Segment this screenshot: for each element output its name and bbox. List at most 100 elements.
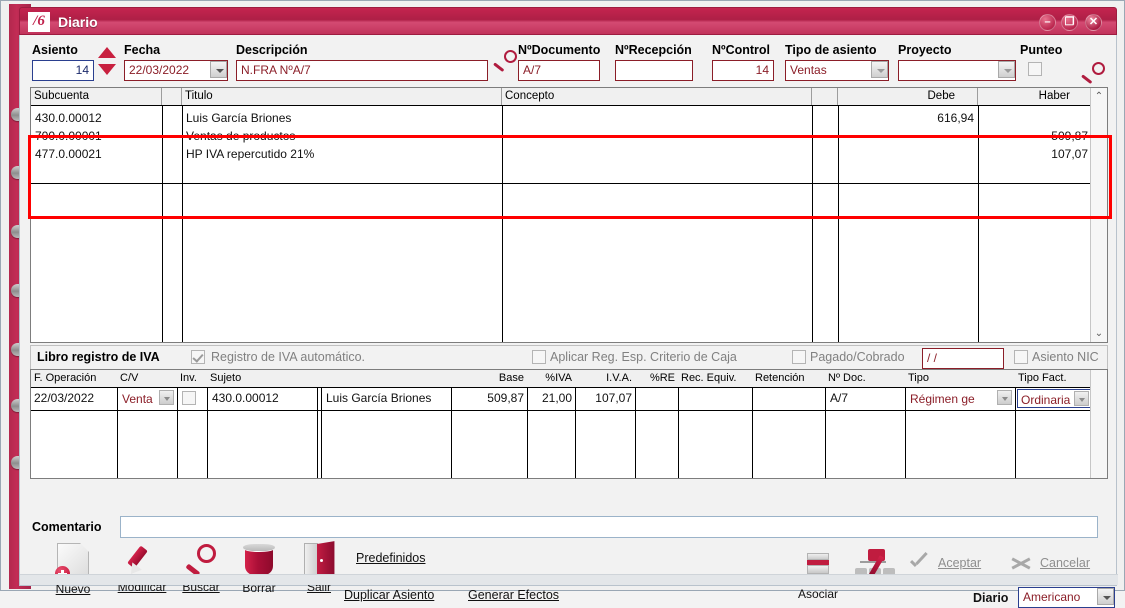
scroll-down-icon[interactable]: ⌄ bbox=[1091, 325, 1107, 342]
fecha-pago-input[interactable]: / / bbox=[922, 348, 1004, 369]
cell-f-operacion[interactable]: 22/03/2022 bbox=[31, 388, 117, 409]
registro-automatico-checkbox[interactable] bbox=[191, 350, 205, 364]
iva-column-cv[interactable]: C/V bbox=[117, 370, 177, 387]
chevron-down-icon[interactable] bbox=[997, 390, 1012, 405]
tipo-fact-combo[interactable]: Ordinaria bbox=[1017, 389, 1091, 408]
iva-column-retencion[interactable]: Retención bbox=[752, 370, 825, 387]
cell-subcuenta[interactable]: 477.0.00021 bbox=[35, 146, 102, 163]
chevron-down-icon[interactable] bbox=[998, 61, 1015, 78]
iva-column-blank-2[interactable] bbox=[321, 370, 451, 387]
iva-column-base[interactable]: Base bbox=[451, 370, 527, 387]
num-control-label: NºControl bbox=[712, 43, 771, 57]
iva-column-n-doc[interactable]: Nº Doc. bbox=[825, 370, 905, 387]
num-recepcion-input[interactable] bbox=[615, 60, 693, 81]
maximize-button[interactable]: ❐ bbox=[1061, 14, 1078, 31]
comentario-input[interactable] bbox=[120, 516, 1098, 538]
iva-grid[interactable]: F. Operación C/V Inv. Sujeto Base %IVA I… bbox=[30, 369, 1108, 479]
buscar-button[interactable]: Buscar bbox=[170, 543, 232, 594]
borrar-button[interactable]: Borrar bbox=[228, 544, 290, 595]
asiento-input[interactable]: 14 bbox=[32, 60, 94, 81]
asiento-spinner[interactable] bbox=[98, 44, 116, 78]
iva-column-pct-iva[interactable]: %IVA bbox=[527, 370, 575, 387]
iva-column-rec-equiv[interactable]: Rec. Equiv. bbox=[678, 370, 752, 387]
journal-grid-scrollbar[interactable]: ⌃ ⌄ bbox=[1090, 88, 1107, 342]
cell-iva[interactable]: 107,07 bbox=[575, 388, 635, 409]
column-spacer-1[interactable] bbox=[162, 88, 182, 105]
field-fecha: Fecha 22/03/2022 bbox=[124, 43, 228, 81]
asiento-label: Asiento bbox=[32, 43, 78, 57]
close-icon: ✕ bbox=[1088, 16, 1099, 28]
modificar-button[interactable]: Modificar bbox=[107, 543, 177, 594]
column-subcuenta[interactable]: Subcuenta bbox=[31, 88, 162, 105]
spinner-down-icon[interactable] bbox=[98, 62, 116, 78]
cell-sujeto-nombre[interactable]: Luis García Briones bbox=[323, 388, 451, 409]
cell-pct-iva[interactable]: 21,00 bbox=[527, 388, 575, 409]
chevron-down-icon[interactable] bbox=[159, 390, 174, 405]
cell-subcuenta[interactable]: 430.0.00012 bbox=[35, 110, 102, 127]
generar-efectos-link[interactable]: Generar Efectos bbox=[468, 588, 559, 602]
criterio-caja-checkbox[interactable] bbox=[532, 350, 546, 364]
pagado-cobrado-checkbox[interactable] bbox=[792, 350, 806, 364]
column-concepto[interactable]: Concepto bbox=[502, 88, 812, 105]
num-control-input[interactable]: 14 bbox=[712, 60, 774, 81]
chevron-down-icon[interactable] bbox=[1074, 391, 1089, 406]
cell-retencion[interactable] bbox=[752, 388, 825, 409]
cell-titulo[interactable]: Ventas de productos bbox=[186, 128, 295, 145]
column-haber[interactable]: Haber bbox=[978, 88, 1092, 105]
iva-column-tipo[interactable]: Tipo bbox=[905, 370, 1015, 387]
scroll-up-icon[interactable]: ⌃ bbox=[1091, 88, 1107, 105]
descripcion-input[interactable]: N.FRA NºA/7 bbox=[236, 60, 488, 81]
tipo-asiento-combo[interactable]: Ventas bbox=[785, 60, 889, 81]
duplicar-asiento-link[interactable]: Duplicar Asiento bbox=[344, 588, 434, 602]
iva-column-sujeto[interactable]: Sujeto bbox=[207, 370, 317, 387]
iva-column-tipo-fact[interactable]: Tipo Fact. bbox=[1015, 370, 1092, 387]
iva-column-f-operacion[interactable]: F. Operación bbox=[31, 370, 117, 387]
cell-sujeto-codigo[interactable]: 430.0.00012 bbox=[209, 388, 317, 409]
predefinidos-link[interactable]: Predefinidos bbox=[356, 551, 426, 565]
chevron-down-icon[interactable] bbox=[210, 61, 227, 78]
cell-debe[interactable]: 616,94 bbox=[838, 110, 974, 127]
iva-column-iva[interactable]: I.V.A. bbox=[575, 370, 635, 387]
iva-column-inv[interactable]: Inv. bbox=[177, 370, 207, 387]
proyecto-combo[interactable] bbox=[898, 60, 1016, 81]
spinner-up-icon[interactable] bbox=[98, 44, 116, 60]
diario-combo[interactable]: Americano bbox=[1018, 587, 1115, 608]
minimize-icon: – bbox=[1044, 16, 1051, 28]
column-debe[interactable]: Debe bbox=[838, 88, 978, 105]
journal-grid[interactable]: Subcuenta Titulo Concepto Debe Haber 430… bbox=[30, 87, 1108, 343]
cell-haber[interactable]: 509,87 bbox=[978, 128, 1088, 145]
aceptar-button[interactable]: Aceptar bbox=[938, 556, 981, 570]
column-titulo[interactable]: Titulo bbox=[182, 88, 502, 105]
cell-n-doc[interactable]: A/7 bbox=[827, 388, 905, 409]
cell-pct-re[interactable] bbox=[635, 388, 678, 409]
cell-subcuenta[interactable]: 700.0.00001 bbox=[35, 128, 102, 145]
iva-grid-scrollbar[interactable] bbox=[1090, 370, 1107, 478]
title-bar[interactable]: /6 Diario – ❐ ✕ bbox=[19, 7, 1117, 35]
cv-combo[interactable]: Venta bbox=[119, 389, 175, 408]
cell-titulo[interactable]: Luis García Briones bbox=[186, 110, 291, 127]
field-num-recepcion: NºRecepción bbox=[615, 43, 693, 81]
nuevo-button[interactable]: Nuevo bbox=[42, 543, 104, 596]
cell-haber[interactable]: 107,07 bbox=[978, 146, 1088, 163]
magnifier-icon bbox=[184, 543, 218, 577]
table-row[interactable]: 22/03/2022 Venta 430.0.00012 Luis García… bbox=[31, 388, 1091, 411]
fecha-combo[interactable]: 22/03/2022 bbox=[124, 60, 228, 81]
cell-rec-equiv[interactable] bbox=[678, 388, 752, 409]
minimize-button[interactable]: – bbox=[1039, 14, 1056, 31]
num-documento-input[interactable]: A/7 bbox=[518, 60, 600, 81]
tipo-combo[interactable]: Régimen ge bbox=[907, 389, 1013, 408]
iva-column-pct-re[interactable]: %RE bbox=[635, 370, 678, 387]
close-button[interactable]: ✕ bbox=[1085, 14, 1102, 31]
descripcion-search-icon[interactable] bbox=[492, 50, 518, 73]
column-spacer-2[interactable] bbox=[812, 88, 838, 105]
punteo-search-icon[interactable] bbox=[1080, 62, 1106, 85]
asiento-nic-checkbox[interactable] bbox=[1014, 350, 1028, 364]
salir-button[interactable]: Salir bbox=[290, 541, 348, 594]
punteo-checkbox[interactable] bbox=[1028, 62, 1042, 76]
cell-titulo[interactable]: HP IVA repercutido 21% bbox=[186, 146, 314, 163]
chevron-down-icon[interactable] bbox=[871, 61, 888, 78]
cancelar-button[interactable]: Cancelar bbox=[1040, 556, 1090, 570]
num-documento-label: NºDocumento bbox=[518, 43, 601, 57]
cell-base[interactable]: 509,87 bbox=[451, 388, 527, 409]
inv-checkbox[interactable] bbox=[182, 391, 196, 405]
